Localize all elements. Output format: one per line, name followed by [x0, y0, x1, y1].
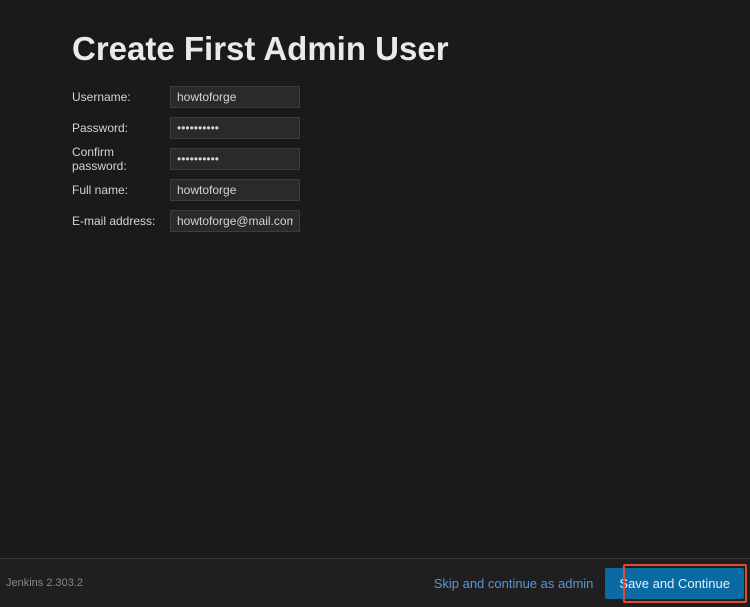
form-row-fullname: Full name:: [72, 179, 690, 201]
main-content: Create First Admin User Username: Passwo…: [0, 0, 750, 232]
form-row-email: E-mail address:: [72, 210, 690, 232]
form-row-confirm: Confirm password:: [72, 148, 690, 170]
username-input[interactable]: [170, 86, 300, 108]
form-row-username: Username:: [72, 86, 690, 108]
footer-bar: Jenkins 2.303.2 Skip and continue as adm…: [0, 558, 750, 607]
skip-link[interactable]: Skip and continue as admin: [434, 576, 594, 591]
confirm-input[interactable]: [170, 148, 300, 170]
password-label: Password:: [72, 121, 170, 135]
username-label: Username:: [72, 90, 170, 104]
fullname-input[interactable]: [170, 179, 300, 201]
password-input[interactable]: [170, 117, 300, 139]
save-continue-button[interactable]: Save and Continue: [605, 568, 744, 599]
email-input[interactable]: [170, 210, 300, 232]
fullname-label: Full name:: [72, 183, 170, 197]
version-text: Jenkins 2.303.2: [6, 577, 83, 589]
email-label: E-mail address:: [72, 214, 170, 228]
form-row-password: Password:: [72, 117, 690, 139]
page-title: Create First Admin User: [72, 30, 690, 68]
confirm-label: Confirm password:: [72, 145, 170, 173]
